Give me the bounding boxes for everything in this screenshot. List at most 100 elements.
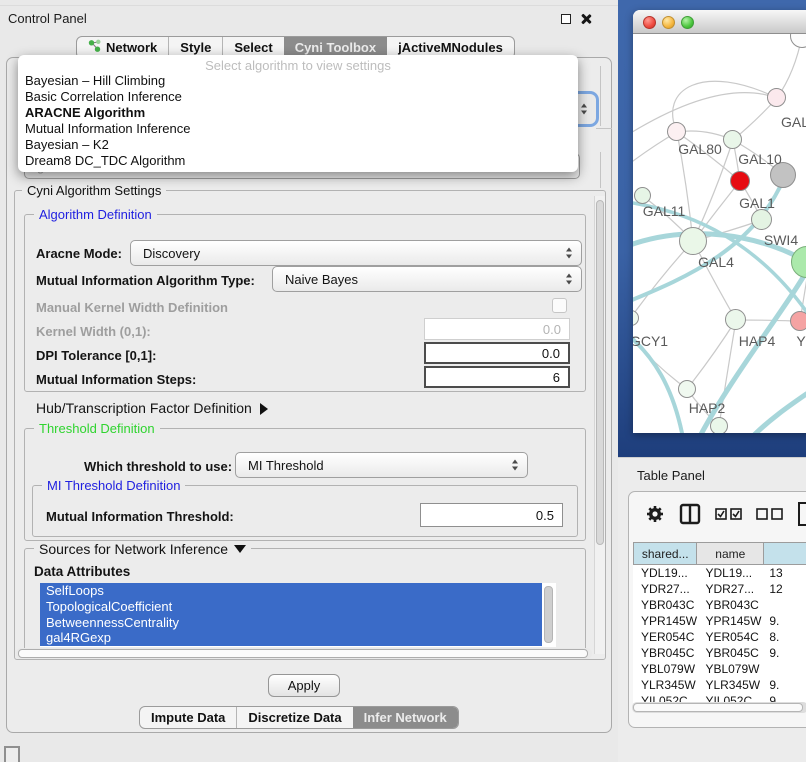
tab-infer-network[interactable]: Infer Network bbox=[353, 707, 458, 728]
scrollbar-thumb[interactable] bbox=[633, 703, 803, 712]
network-node-gal10[interactable] bbox=[723, 130, 742, 149]
node-label: HAP4 bbox=[739, 333, 776, 349]
table-row[interactable]: YBR043CYBR043C bbox=[633, 597, 806, 613]
table-row[interactable]: YLR345WYLR345W9. bbox=[633, 677, 806, 693]
table-horizontal-scrollbar[interactable] bbox=[632, 702, 806, 713]
float-panel-icon[interactable] bbox=[561, 14, 571, 24]
attribute-item-selected[interactable]: SelfLoops bbox=[40, 583, 542, 599]
cyni-bottom-tabbar: Impute Data Discretize Data Infer Networ… bbox=[139, 706, 459, 729]
table-row[interactable]: YPR145WYPR145W9. bbox=[633, 613, 806, 629]
node-label: GAL11 bbox=[643, 203, 686, 219]
table-row[interactable]: YBL079WYBL079W bbox=[633, 661, 806, 677]
network-node-selected-red[interactable] bbox=[730, 171, 750, 191]
window-minimize-icon[interactable] bbox=[662, 16, 675, 29]
scrollbar-thumb[interactable] bbox=[18, 649, 588, 658]
network-window-titlebar bbox=[633, 10, 806, 34]
manual-kernel-label: Manual Kernel Width Definition bbox=[36, 300, 228, 315]
algorithm-option[interactable]: Mutual Information Inference bbox=[18, 121, 578, 137]
algorithm-option-selected[interactable]: ARACNE Algorithm bbox=[18, 105, 578, 121]
network-icon bbox=[88, 39, 101, 56]
window-zoom-icon[interactable] bbox=[681, 16, 694, 29]
collapse-arrow-icon bbox=[260, 403, 268, 415]
divider bbox=[600, 66, 601, 126]
network-node-gal80[interactable] bbox=[667, 122, 686, 141]
table-panel-section: Table Panel bbox=[618, 457, 806, 762]
node-label: GAL10 bbox=[738, 151, 782, 167]
network-node-gal4[interactable] bbox=[679, 227, 707, 255]
kernel-width-field[interactable]: 0.0 bbox=[424, 318, 570, 340]
select-all-icon[interactable] bbox=[715, 507, 742, 526]
apply-button[interactable]: Apply bbox=[268, 674, 340, 697]
column-header-partial[interactable] bbox=[764, 543, 806, 565]
data-attributes-label: Data Attributes bbox=[34, 564, 130, 579]
mi-threshold-field[interactable]: 0.5 bbox=[420, 503, 563, 527]
table-row[interactable]: YDL19...YDL19...13 bbox=[633, 565, 806, 581]
mi-steps-label: Mutual Information Steps: bbox=[36, 372, 196, 387]
node-label: Y bbox=[796, 333, 805, 349]
combo-arrows-icon bbox=[566, 248, 572, 259]
window-close-icon[interactable] bbox=[643, 16, 656, 29]
minimized-panel-chip[interactable] bbox=[4, 746, 20, 762]
algorithm-option[interactable]: Bayesian – Hill Climbing bbox=[18, 73, 578, 89]
combo-arrows-icon bbox=[512, 460, 518, 471]
network-node-hap2[interactable] bbox=[678, 380, 696, 398]
attribute-list-scrollbar[interactable] bbox=[544, 586, 553, 643]
node-label: SWI4 bbox=[764, 232, 798, 248]
threshold-definition-title: Threshold Definition bbox=[34, 421, 160, 436]
manual-kernel-checkbox[interactable] bbox=[552, 298, 567, 313]
scrollbar-thumb[interactable] bbox=[596, 200, 604, 545]
split-view-icon[interactable] bbox=[679, 503, 701, 530]
algorithm-dropdown-popup: Select algorithm to view settings Bayesi… bbox=[18, 55, 578, 172]
network-node-hap4[interactable] bbox=[725, 309, 746, 330]
column-header-shared-name[interactable]: shared... bbox=[633, 543, 697, 565]
settings-horizontal-scrollbar[interactable] bbox=[16, 648, 592, 659]
mi-threshold-group-title: MI Threshold Definition bbox=[42, 478, 185, 493]
table-body: YDL19...YDL19...13 YDR27...YDR27...12 YB… bbox=[633, 565, 806, 703]
screenshot-root: Control Panel Network Style Select Cyni … bbox=[0, 0, 806, 762]
tab-discretize-data[interactable]: Discretize Data bbox=[236, 707, 352, 728]
attribute-item-selected[interactable]: gal4RGexp bbox=[40, 630, 542, 646]
node-label: GCY1 bbox=[633, 333, 668, 349]
attribute-item-selected[interactable]: BetweennessCentrality bbox=[40, 615, 542, 631]
algorithm-option[interactable]: Basic Correlation Inference bbox=[18, 89, 578, 105]
network-node-salmon[interactable] bbox=[790, 311, 806, 331]
kernel-width-label: Kernel Width (0,1): bbox=[36, 324, 151, 339]
aracne-mode-combo[interactable]: Discovery bbox=[130, 240, 582, 266]
which-threshold-combo[interactable]: MI Threshold bbox=[235, 452, 528, 478]
mi-type-combo[interactable]: Naive Bayes bbox=[272, 266, 582, 292]
tab-impute-data[interactable]: Impute Data bbox=[140, 707, 236, 728]
table-row[interactable]: YBR045CYBR045C9. bbox=[633, 645, 806, 661]
attribute-item-selected[interactable]: TopologicalCoefficient bbox=[40, 599, 542, 615]
network-canvas[interactable]: GAL GAL80 GAL10 GAL1 GAL11 SWI4 GAL4 GCY… bbox=[633, 34, 806, 433]
network-node[interactable] bbox=[710, 417, 728, 433]
close-icon[interactable] bbox=[580, 13, 592, 25]
table-panel-title: Table Panel bbox=[637, 468, 705, 483]
mi-steps-field[interactable]: 6 bbox=[424, 366, 570, 388]
network-node-gal1[interactable] bbox=[751, 209, 772, 230]
deselect-all-icon[interactable] bbox=[756, 507, 783, 526]
network-window: GAL GAL80 GAL10 GAL1 GAL11 SWI4 GAL4 GCY… bbox=[633, 10, 806, 433]
divider bbox=[596, 128, 612, 129]
settings-vertical-scrollbar[interactable] bbox=[594, 196, 605, 654]
mi-threshold-label: Mutual Information Threshold: bbox=[46, 509, 234, 524]
dpi-tolerance-field[interactable]: 0.0 bbox=[424, 342, 570, 364]
network-node[interactable] bbox=[767, 88, 786, 107]
aracne-mode-label: Aracne Mode: bbox=[36, 246, 122, 261]
page-icon[interactable] bbox=[797, 501, 806, 532]
dpi-tolerance-label: DPI Tolerance [0,1]: bbox=[36, 348, 156, 363]
algorithm-option[interactable]: Bayesian – K2 bbox=[18, 137, 578, 153]
node-label: HAP2 bbox=[689, 400, 726, 416]
table-row[interactable]: YER054CYER054C8. bbox=[633, 629, 806, 645]
network-node-gal11[interactable] bbox=[634, 187, 651, 204]
cyni-settings-group-title: Cyni Algorithm Settings bbox=[22, 183, 166, 198]
mi-type-label: Mutual Information Algorithm Type: bbox=[36, 273, 255, 288]
sources-group-toggle[interactable]: Sources for Network Inference bbox=[34, 541, 251, 557]
divider bbox=[600, 152, 601, 188]
column-header-name[interactable]: name bbox=[697, 543, 764, 565]
algorithm-definition-title: Algorithm Definition bbox=[34, 207, 157, 222]
table-row[interactable]: YDR27...YDR27...12 bbox=[633, 581, 806, 597]
hub-section-toggle[interactable]: Hub/Transcription Factor Definition bbox=[36, 400, 268, 416]
algorithm-option[interactable]: Dream8 DC_TDC Algorithm bbox=[18, 153, 578, 169]
gear-icon[interactable] bbox=[645, 504, 665, 529]
node-table: shared... name YDL19...YDL19...13 YDR27.… bbox=[633, 542, 806, 703]
